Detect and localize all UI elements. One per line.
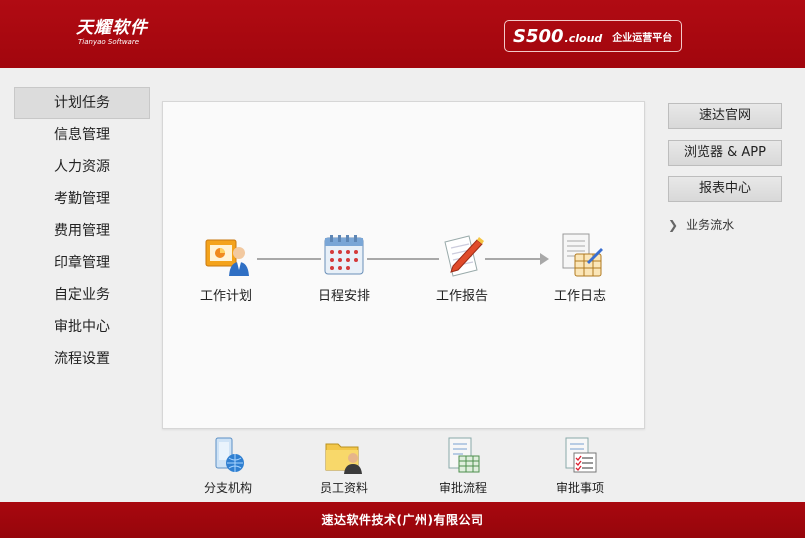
footer-bar: 速达软件技术(广州)有限公司 [0,502,805,538]
sidebar-item-approval-center[interactable]: 审批中心 [14,311,150,343]
business-journal-label: 业务流水 [686,218,735,232]
flow-node-work-plan[interactable]: 工作计划 [181,232,271,304]
sidebar-item-custom-business[interactable]: 自定业务 [14,279,150,311]
sidebar-item-flow-settings[interactable]: 流程设置 [14,343,150,375]
shortcut-branches[interactable]: 分支机构 [183,432,273,496]
approval-items-icon [565,437,597,473]
shortcut-approval-items[interactable]: 审批事项 [535,432,625,496]
flow-node-label: 工作计划 [199,289,252,304]
sidebar-item-expenses[interactable]: 费用管理 [14,215,150,247]
sidebar-item-attendance[interactable]: 考勤管理 [14,183,150,215]
official-site-button[interactable]: 速达官网 [668,103,782,129]
flow-node-label: 工作报告 [435,289,488,304]
shortcut-label: 审批事项 [555,481,604,495]
bottom-shortcuts: 分支机构 员工资料 审批流程 审批事项 [162,432,645,500]
work-log-icon [562,233,603,277]
flow-node-label: 日程安排 [317,289,370,304]
flow-node-work-report[interactable]: 工作报告 [417,232,507,304]
sidebar-item-plan-tasks[interactable]: 计划任务 [14,87,150,119]
shortcut-label: 分支机构 [203,481,252,495]
brand-s500: S500 [513,25,564,47]
brand-cloud: .cloud [564,32,603,45]
browser-app-button[interactable]: 浏览器 & APP [668,140,782,166]
calendar-icon [324,235,364,275]
flow-node-label: 工作日志 [553,289,606,304]
footer-company-name: 速达软件技术(广州)有限公司 [321,513,484,527]
sidebar-item-seals[interactable]: 印章管理 [14,247,150,279]
chevron-right-icon: ❯ [668,218,679,232]
report-icon [444,235,484,277]
company-logo: 天耀软件 Tianyao Software [76,18,148,47]
sidebar-item-human-resources[interactable]: 人力资源 [14,151,150,183]
logo-sub-text: Tianyao Software [78,38,140,46]
shortcut-staff-profiles[interactable]: 员工资料 [299,432,389,496]
workflow-panel: 工作计划 日程安排 工作报告 工作日志 [162,101,645,429]
approval-flow-icon [448,437,480,473]
sidebar-item-info-management[interactable]: 信息管理 [14,119,150,151]
staff-folder-icon [325,443,362,474]
flow-node-schedule[interactable]: 日程安排 [299,232,389,304]
flow-node-work-log[interactable]: 工作日志 [535,232,625,304]
branch-icon [215,437,244,472]
work-plan-icon [205,239,249,276]
product-brand: S500 .cloud 企业运营平台 [504,20,682,52]
report-center-button[interactable]: 报表中心 [668,176,782,202]
left-sidebar: 计划任务 信息管理 人力资源 考勤管理 费用管理 印章管理 自定业务 审批中心 … [14,87,150,375]
shortcut-label: 员工资料 [319,481,368,495]
brand-platform-text: 企业运营平台 [612,32,673,44]
logo-main-text: 天耀软件 [76,18,148,38]
business-journal-link[interactable]: ❯ 业务流水 [668,216,734,233]
shortcut-label: 审批流程 [438,481,487,495]
shortcut-approval-flow[interactable]: 审批流程 [418,432,508,496]
header-bar: 天耀软件 Tianyao Software S500 .cloud 企业运营平台 [0,0,805,68]
